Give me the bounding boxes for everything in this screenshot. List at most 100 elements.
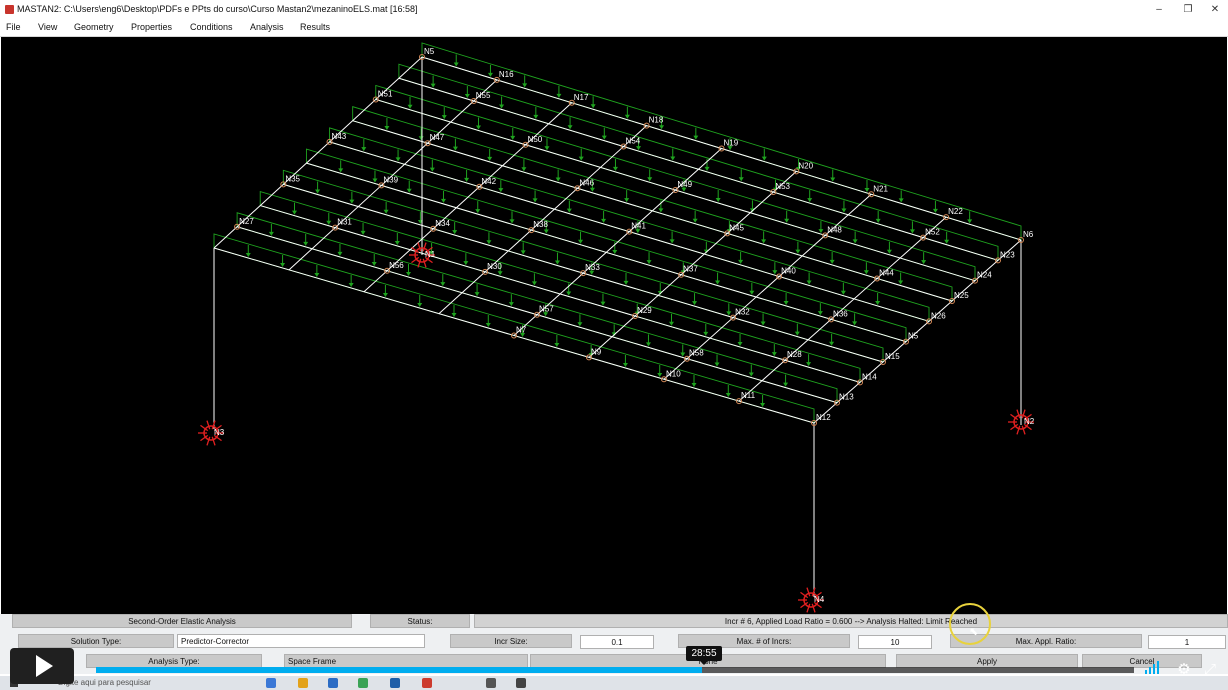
load-arrowhead — [647, 177, 653, 182]
load-arrowhead — [806, 280, 812, 285]
load-arrowhead — [566, 208, 572, 213]
node-label: N13 — [839, 393, 854, 402]
load-arrowhead — [451, 313, 457, 317]
progress-fill — [96, 667, 703, 673]
load-arrowhead — [382, 293, 388, 297]
load-arrowhead — [749, 290, 755, 295]
max-ratio-input[interactable]: 1 — [1148, 635, 1226, 649]
load-arrowhead — [590, 104, 596, 109]
load-arrowhead — [726, 311, 732, 316]
node-label: N23 — [1000, 250, 1015, 259]
load-arrowhead — [600, 301, 606, 306]
menu-view[interactable]: View — [38, 22, 57, 32]
solution-type-select[interactable]: Predictor-Corrector ⌄ — [177, 634, 425, 648]
load-arrowhead — [453, 62, 459, 67]
edge-icon[interactable] — [266, 678, 276, 688]
node-label: N34 — [435, 219, 450, 228]
apply-button[interactable]: Apply — [896, 654, 1078, 668]
node-label: N49 — [677, 180, 692, 189]
menu-geometry[interactable]: Geometry — [74, 22, 114, 32]
load-arrowhead — [303, 241, 309, 246]
node-label: N7 — [516, 326, 527, 335]
restore-button[interactable]: ❐ — [1177, 2, 1199, 17]
node-label: N20 — [798, 161, 813, 170]
load-arrowhead — [441, 115, 447, 120]
load-arrowhead — [829, 341, 835, 346]
settings-gear-icon[interactable]: ⚙ — [1174, 660, 1194, 680]
load-arrowhead — [315, 189, 321, 194]
minimize-button[interactable]: – — [1148, 2, 1170, 17]
video-progress-bar[interactable] — [96, 667, 1134, 673]
load-arrowhead — [886, 249, 892, 254]
app-icon[interactable] — [422, 678, 432, 688]
load-arrowhead — [795, 249, 801, 254]
volume-icon[interactable] — [1144, 660, 1164, 680]
load-arrowhead — [371, 261, 377, 266]
model-viewport[interactable]: N1 N2 N3 N4 N5 N16 N17 N18 N19 N20 N21 N22 N6 N23 N24 N… — [1, 37, 1227, 614]
node-label: N45 — [729, 223, 744, 232]
load-arrowhead — [668, 321, 674, 326]
load-arrowhead — [384, 125, 390, 130]
load-arrowhead — [372, 178, 378, 183]
load-arrowhead — [898, 280, 904, 285]
load-arrowhead — [476, 125, 482, 130]
play-button[interactable] — [10, 648, 74, 684]
load-arrowhead — [693, 135, 699, 140]
load-arrowhead — [268, 231, 274, 236]
window-time: [16:58] — [390, 4, 418, 14]
menu-analysis[interactable]: Analysis — [250, 22, 284, 32]
calculator-icon[interactable] — [516, 678, 526, 688]
load-arrowhead — [806, 362, 812, 367]
load-arrowhead — [863, 270, 869, 275]
load-arrowhead — [840, 290, 846, 295]
analysis-type-label: Analysis Type: — [86, 654, 262, 668]
node-label: N9 — [591, 347, 602, 356]
app2-icon[interactable] — [486, 678, 496, 688]
load-arrowhead — [314, 273, 320, 277]
fullscreen-icon[interactable]: ⤢ — [1200, 660, 1220, 680]
node-label: N26 — [931, 311, 946, 320]
load-arrowhead — [326, 220, 332, 225]
play-icon — [36, 655, 53, 677]
load-arrowhead — [669, 239, 675, 244]
analysis-type-select[interactable]: Space Frame — [284, 654, 528, 668]
load-arrowhead — [670, 156, 676, 161]
menu-file[interactable]: File — [6, 22, 21, 32]
node-label: N3 — [214, 428, 225, 437]
time-tooltip: 28:55 — [686, 646, 722, 661]
load-arrowhead — [783, 300, 789, 305]
mastan-app-icon — [5, 5, 14, 14]
menu-results[interactable]: Results — [300, 22, 330, 32]
load-arrowhead — [430, 83, 436, 88]
structure-model: N1 N2 N3 N4 N5 N16 N17 N18 N19 N20 N21 N22 N6 N23 N24 N… — [198, 42, 1035, 613]
load-arrowhead — [692, 218, 698, 223]
load-arrowhead — [485, 323, 491, 327]
close-button[interactable]: ✕ — [1204, 2, 1226, 17]
solution-type-value: Predictor-Corrector — [181, 637, 250, 646]
node-label: N55 — [476, 91, 491, 100]
solution-type-label: Solution Type: — [18, 634, 174, 648]
load-arrowhead — [715, 198, 721, 202]
folder-icon[interactable] — [298, 678, 308, 688]
load-arrowhead — [555, 177, 561, 182]
load-arrowhead — [406, 272, 412, 277]
node-label: N24 — [977, 271, 992, 280]
load-arrowhead — [440, 198, 446, 203]
load-arrowhead — [748, 372, 754, 377]
node-label: N42 — [481, 177, 496, 186]
windows-taskbar: Digite aqui para pesquisar — [0, 676, 1228, 690]
load-arrowhead — [486, 240, 492, 245]
store-icon[interactable] — [328, 678, 338, 688]
chrome-icon[interactable] — [358, 678, 368, 688]
click-highlight — [949, 603, 991, 645]
load-arrowhead — [817, 311, 823, 316]
outlook-icon[interactable] — [390, 678, 400, 688]
load-arrowhead — [245, 253, 251, 257]
node-label: N25 — [954, 291, 969, 300]
incr-size-input[interactable]: 0.1 — [580, 635, 654, 649]
load-arrowhead — [463, 261, 469, 266]
menu-conditions[interactable]: Conditions — [190, 22, 233, 32]
max-incrs-input[interactable]: 10 — [858, 635, 932, 649]
menu-properties[interactable]: Properties — [131, 22, 172, 32]
load-arrowhead — [577, 322, 583, 327]
